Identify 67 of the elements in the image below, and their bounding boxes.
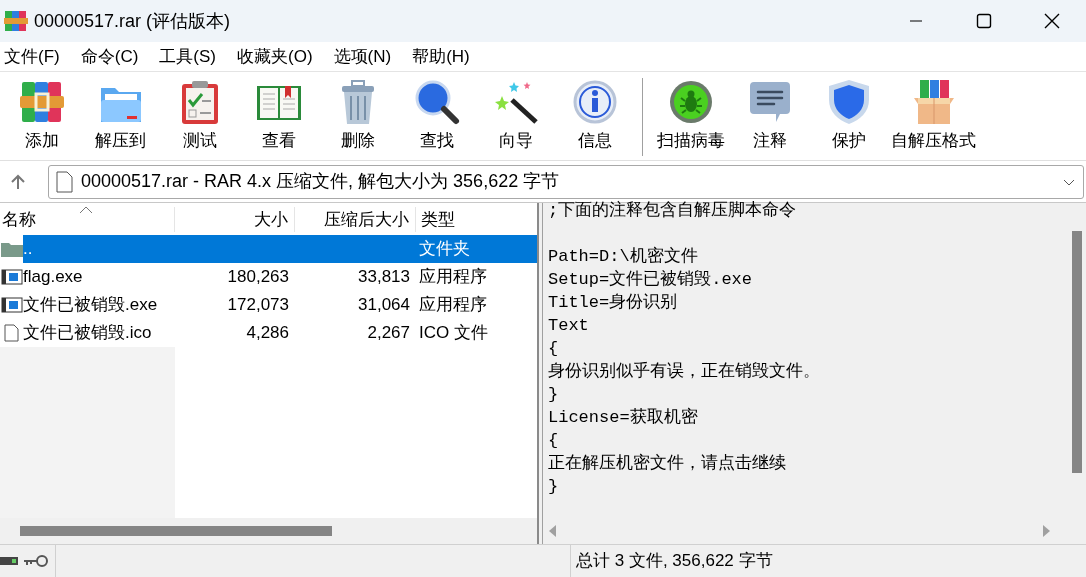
maximize-icon <box>976 13 992 29</box>
table-cell-text: 4,286 <box>245 322 290 345</box>
comment-line: ;下面的注释包含自解压脚本命令 <box>548 200 798 222</box>
file-row[interactable]: 文件已被销毁.ico 4,286 2,267 ICO 文件 <box>0 319 537 347</box>
scrollbar-thumb[interactable] <box>20 526 332 536</box>
scroll-right-icon[interactable] <box>1042 525 1050 537</box>
sort-caret-icon <box>79 206 93 214</box>
key-icon <box>22 554 48 568</box>
comment-line: } <box>548 476 560 498</box>
table-cell-text: 应用程序 <box>418 266 487 289</box>
toolbar-button[interactable]: 注释 <box>730 78 809 152</box>
scrollbar-thumb[interactable] <box>1072 231 1082 473</box>
toolbar-button[interactable]: 信息 <box>555 78 634 152</box>
comment-line: Setup=文件已被销毁.exe <box>548 269 754 291</box>
scroll-left-icon[interactable] <box>549 525 557 537</box>
comment-line: Text <box>548 315 590 337</box>
toolbar-button[interactable]: 删除 <box>318 78 397 152</box>
table-cell-text: .. <box>23 238 34 261</box>
drive-icon <box>0 555 20 567</box>
file-row[interactable]: flag.exe 180,263 33,813 应用程序 <box>0 263 537 291</box>
comment-line: { <box>548 338 560 360</box>
toolbar-button[interactable]: 扫描病毒 <box>651 78 730 152</box>
close-icon <box>1044 13 1060 29</box>
table-cell-text: 文件夹 <box>418 238 470 261</box>
folder-icon <box>0 241 23 257</box>
file-row[interactable]: .. 文件夹 <box>0 235 537 263</box>
comment-line: } <box>548 384 560 406</box>
comment-line: 身份识别似乎有误，正在销毁文件。 <box>548 361 821 383</box>
table-cell-text: 31,064 <box>357 294 411 317</box>
table-cell-text: 应用程序 <box>418 294 487 317</box>
file-icon <box>55 170 73 193</box>
comment-line: License=获取机密 <box>548 406 699 429</box>
menu-item[interactable]: 收藏夹(O) <box>233 43 317 70</box>
table-cell-text: 180,263 <box>226 266 290 289</box>
menu-item[interactable]: 命令(C) <box>76 43 143 70</box>
toolbar-button[interactable]: 自解压格式 <box>888 78 979 152</box>
table-cell-text: 文件已被销毁.exe <box>23 294 159 317</box>
table-cell-text: flag.exe <box>23 266 84 289</box>
comment-line: Path=D:\机密文件 <box>548 245 699 268</box>
toolbar-button[interactable]: 保护 <box>809 78 888 152</box>
toolbar-button[interactable]: 查看 <box>239 78 318 152</box>
column-header[interactable]: 类型 <box>416 206 537 232</box>
toolbar-button[interactable]: 向导 <box>476 78 555 152</box>
toolbar-button[interactable]: 测试 <box>160 78 239 152</box>
menu-item[interactable]: 工具(S) <box>155 43 220 70</box>
comment-line: Title=身份识别 <box>548 292 679 314</box>
books-icon <box>4 9 28 33</box>
comment-line: { <box>548 430 560 452</box>
toolbar-button[interactable]: 添加 <box>2 78 81 152</box>
file-row[interactable]: 文件已被销毁.exe 172,073 31,064 应用程序 <box>0 291 537 319</box>
table-cell-text: 33,813 <box>357 266 411 289</box>
column-header[interactable]: 大小 <box>175 206 295 232</box>
toolbar-button[interactable]: 查找 <box>397 78 476 152</box>
menu-item[interactable]: 选项(N) <box>329 43 396 70</box>
table-cell-text: 172,073 <box>226 294 290 317</box>
status-text: 总计 3 文件, 356,622 字节 <box>570 545 773 577</box>
window-title: 00000517.rar (评估版本) <box>34 9 231 33</box>
toolbar-button[interactable]: 解压到 <box>81 78 160 152</box>
column-header[interactable]: 名称 <box>0 206 175 232</box>
column-header[interactable]: 压缩后大小 <box>295 206 416 232</box>
menu-item[interactable]: 文件(F) <box>0 43 64 70</box>
table-cell-text: ICO 文件 <box>418 322 488 345</box>
comment-line: 正在解压机密文件，请点击继续 <box>548 452 787 475</box>
menu-item[interactable]: 帮助(H) <box>408 43 474 70</box>
table-cell-text: 文件已被销毁.ico <box>23 322 153 345</box>
address-field[interactable]: 00000517.rar - RAR 4.x 压缩文件, 解包大小为 356,622 字节 <box>48 164 1084 199</box>
table-cell-text: 2,267 <box>366 322 411 345</box>
